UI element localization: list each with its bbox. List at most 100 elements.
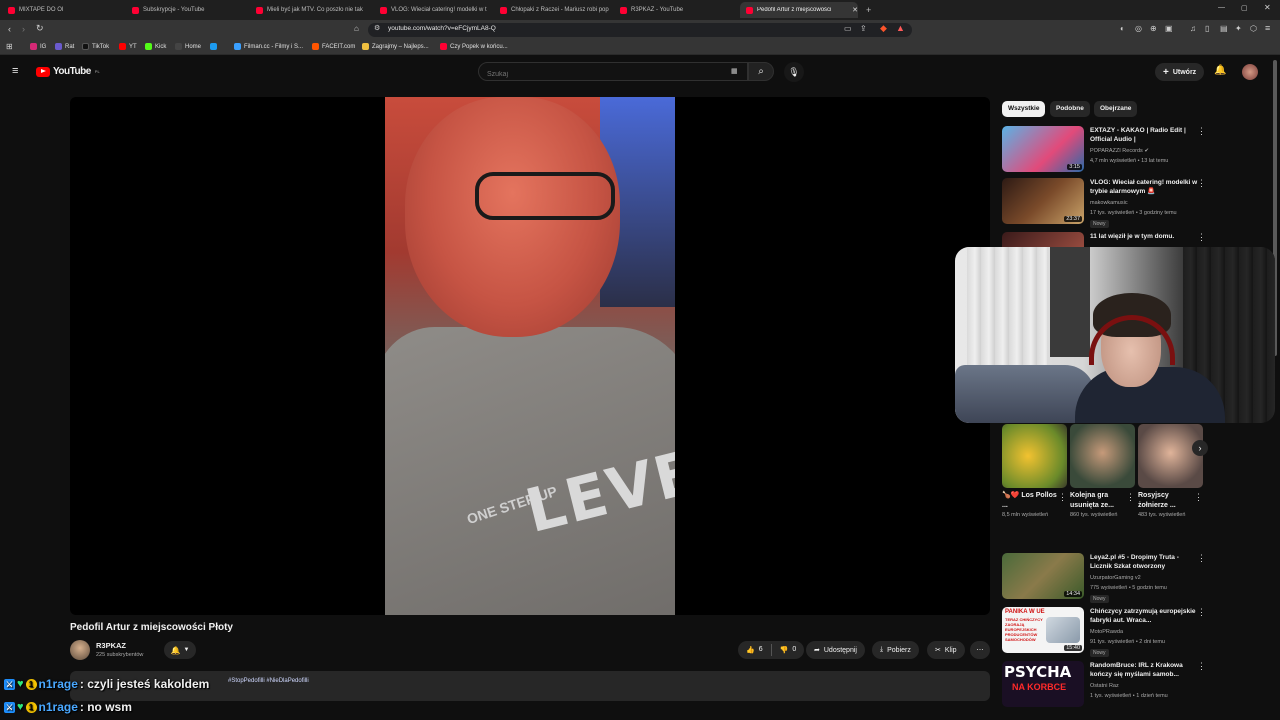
more-vert-icon[interactable]: ⋮	[1126, 492, 1135, 503]
apps-grid-icon[interactable]: ⊞	[6, 42, 13, 51]
video-thumbnail: 14:34	[1002, 553, 1084, 599]
recommended-video[interactable]: 23:37 VLOG: Wieciał catering! modelki w …	[1002, 178, 1207, 228]
bookmark-translate[interactable]	[210, 43, 220, 50]
youtube-icon	[440, 43, 447, 50]
more-actions-button[interactable]: ⋯	[970, 641, 990, 659]
extension-icon[interactable]: ◎	[1135, 24, 1142, 33]
search-input[interactable]	[479, 66, 719, 83]
search-box[interactable]: ▦	[478, 62, 748, 83]
reload-icon[interactable]: ↻	[36, 23, 44, 34]
rewards-icon[interactable]: ▲	[896, 23, 905, 33]
media-icon[interactable]: ♫	[1190, 24, 1196, 33]
bookmark-home[interactable]: Home	[175, 43, 201, 50]
avatar[interactable]	[1242, 64, 1258, 80]
subscriber-count: 225 subskrybentów	[96, 652, 144, 658]
chip-watched[interactable]: Obejrzane	[1094, 101, 1138, 117]
tab-label: Chłopaki z Raczei - Mariusz robi pop	[511, 7, 609, 13]
more-vert-icon[interactable]: ⋮	[1058, 492, 1067, 503]
bookmark-tiktok[interactable]: TikTok	[82, 43, 109, 50]
bookmark-label: Filman.cc - Filmy i S...	[244, 43, 304, 50]
bookmark-ig[interactable]: IG	[30, 43, 46, 50]
more-vert-icon[interactable]: ⋮	[1194, 492, 1203, 503]
create-button[interactable]: + Utwórz	[1155, 63, 1205, 81]
bookmark-yt[interactable]: YT	[119, 43, 137, 50]
bookmark-popek[interactable]: Czy Popek w końcu...	[440, 43, 508, 50]
instagram-icon	[30, 43, 37, 50]
browser-tab[interactable]: R3PKAZ - YouTube	[620, 2, 732, 18]
brave-shield-icon[interactable]: ◆	[880, 23, 887, 34]
video-player[interactable]: ONE STEP UP LEVE	[70, 97, 990, 615]
vpn-icon[interactable]: ✦	[1235, 24, 1242, 33]
more-vert-icon[interactable]: ⋮	[1197, 553, 1206, 564]
more-vert-icon[interactable]: ⋮	[1197, 178, 1206, 189]
wallet-icon[interactable]: ▤	[1220, 24, 1228, 33]
keyboard-icon[interactable]: ▦	[731, 67, 738, 75]
back-icon[interactable]: ‹	[8, 24, 11, 34]
browser-tab[interactable]: VLOG: Wieciał catering! modelki w t	[380, 2, 492, 18]
minimize-icon[interactable]: —	[1218, 4, 1225, 11]
address-bar[interactable]: ⚙ youtube.com/watch?v=eFCjymLA8-Q	[368, 23, 912, 37]
sidebar-toggle-icon[interactable]: ▯	[1205, 24, 1209, 33]
chat-username: n1rage	[38, 700, 78, 714]
bookmark-icon[interactable]: ⌂	[354, 24, 359, 33]
recommended-video[interactable]: 3:15 EXTAZY - KAKAO | Radio Edit | Offic…	[1002, 126, 1207, 176]
subscribe-bell-button[interactable]: 🔔 ▼	[164, 641, 196, 659]
bookmark-filman[interactable]: Filman.cc - Filmy i S...	[234, 43, 303, 50]
extension-icon[interactable]: ▣	[1165, 24, 1173, 33]
logo-region: PL	[94, 69, 100, 74]
download-button[interactable]: ⤓ Pobierz	[872, 641, 919, 659]
more-vert-icon[interactable]: ⋮	[1197, 661, 1206, 672]
browser-tab[interactable]: Mieli być jak MTV. Co poszło nie tak	[256, 2, 368, 18]
share-button[interactable]: ➦ Udostępnij	[806, 641, 865, 659]
like-button[interactable]: 👍 6	[746, 646, 763, 654]
share-icon[interactable]: ⇪	[860, 24, 867, 33]
recommended-video[interactable]: PSYCHA NA KORBCE RandomBruce: IRL z Krak…	[1002, 661, 1207, 711]
more-vert-icon[interactable]: ⋮	[1197, 607, 1206, 618]
bookmark-zagrajmy[interactable]: Zagrajmy – Najleps...	[362, 43, 429, 50]
dislike-button[interactable]: 👎 0	[780, 646, 797, 654]
more-vert-icon[interactable]: ⋮	[1197, 126, 1206, 137]
site-info-icon[interactable]: ⚙	[374, 24, 380, 32]
notifications-bell-icon[interactable]: 🔔	[1214, 65, 1226, 76]
extension-icon[interactable]: ◐	[1120, 24, 1125, 33]
browser-tab-active[interactable]: Pedofil Artur z miejscowości ✕	[740, 2, 858, 18]
maximize-icon[interactable]: ▢	[1241, 4, 1248, 12]
short-item[interactable]: Kolejna gra usunięta ze... 860 tys. wyśw…	[1070, 424, 1135, 536]
short-item[interactable]: Rosyjscy żołnierze ... 483 tys. wyświetl…	[1138, 424, 1203, 536]
short-thumbnail	[1002, 424, 1067, 488]
search-button[interactable]: ⌕	[748, 62, 774, 81]
chip-related[interactable]: Podobne	[1050, 101, 1090, 117]
shorts-next-chevron-icon[interactable]: ›	[1192, 440, 1208, 456]
extension-icon[interactable]: ⊕	[1150, 24, 1157, 33]
close-tab-icon[interactable]: ✕	[852, 6, 858, 14]
shield-icon[interactable]: ⬡	[1250, 24, 1257, 33]
forward-icon[interactable]: ›	[22, 24, 25, 34]
voice-search-button[interactable]: 🎙	[784, 62, 804, 82]
bookmark-faceit[interactable]: FACEIT.com	[312, 43, 355, 50]
clip-button[interactable]: ✂ Klip	[927, 641, 965, 659]
close-window-icon[interactable]: ✕	[1264, 3, 1271, 12]
chevron-down-icon: ▼	[183, 647, 190, 653]
more-vert-icon[interactable]: ⋮	[1197, 232, 1206, 243]
short-thumbnail	[1138, 424, 1203, 488]
browser-tab[interactable]: MIXTAPE DO OI	[8, 2, 120, 18]
description-tags[interactable]: #StopPedofilli #NieDlaPedofilli	[228, 678, 309, 684]
new-badge: Nowy	[1090, 595, 1109, 603]
chip-all[interactable]: Wszystkie	[1002, 101, 1046, 117]
browser-tab[interactable]: Chłopaki z Raczei - Mariusz robi pop	[500, 2, 612, 18]
recommended-video[interactable]: PANIKA W UE TERAZ CHIŃCZYCY ZAORAJĄ EURO…	[1002, 607, 1207, 657]
youtube-logo[interactable]: YouTube PL	[36, 66, 100, 77]
menu-icon[interactable]: ≡	[1265, 23, 1270, 33]
bookmark-rat[interactable]: Rat	[55, 43, 74, 50]
channel-avatar[interactable]	[70, 640, 90, 660]
hamburger-menu-icon[interactable]: ≡	[12, 65, 18, 77]
scissors-icon: ✂	[935, 647, 941, 654]
recommended-video[interactable]: 14:34 Leya2.pl #5 - Dropimy Truta - Licz…	[1002, 553, 1207, 603]
channel-name[interactable]: R3PKAZ	[96, 641, 126, 650]
install-app-icon[interactable]: ▭	[844, 24, 852, 33]
browser-tab[interactable]: Subskrypcje - YouTube	[132, 2, 244, 18]
download-icon: ⤓	[880, 646, 884, 653]
new-tab-button[interactable]: +	[866, 2, 876, 18]
short-item[interactable]: 🍗❤️ Los Pollos ... 8,5 mln wyświetleń ⋮	[1002, 424, 1067, 536]
bookmark-kick[interactable]: Kick	[145, 43, 166, 50]
